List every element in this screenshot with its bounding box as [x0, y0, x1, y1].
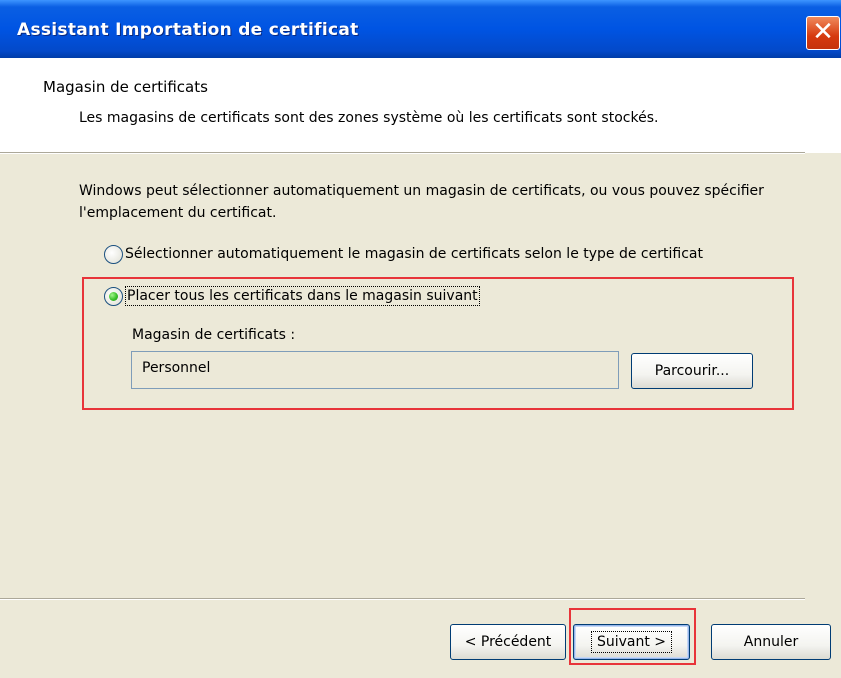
browse-button-label: Parcourir... [654, 363, 730, 379]
next-button-label: Suivant > [590, 631, 673, 653]
store-label: Magasin de certificats : [132, 327, 296, 343]
section-description: Les magasins de certificats sont des zon… [79, 110, 659, 126]
store-field: Personnel [131, 351, 619, 389]
wizard-header [0, 58, 841, 153]
radio-manual-store[interactable] [104, 287, 123, 306]
back-button[interactable]: < Précédent [450, 624, 566, 660]
radio-auto-select-label[interactable]: Sélectionner automatiquement le magasin … [125, 246, 703, 262]
back-button-label: < Précédent [464, 634, 552, 650]
intro-text: Windows peut sélectionner automatiquemen… [79, 183, 764, 221]
window-title: Assistant Importation de certificat [17, 20, 359, 40]
footer-divider [0, 598, 805, 600]
cancel-button-label: Annuler [743, 634, 799, 650]
header-divider [0, 152, 805, 154]
title-bar[interactable]: Assistant Importation de certificat ✕ [0, 0, 841, 58]
cancel-button[interactable]: Annuler [711, 624, 831, 660]
browse-button[interactable]: Parcourir... [631, 353, 753, 389]
section-title: Magasin de certificats [43, 78, 208, 96]
radio-manual-store-label[interactable]: Placer tous les certificats dans le maga… [125, 286, 480, 306]
radio-auto-select[interactable] [104, 245, 123, 264]
close-icon[interactable]: ✕ [806, 16, 840, 50]
next-button[interactable]: Suivant > [573, 624, 690, 660]
